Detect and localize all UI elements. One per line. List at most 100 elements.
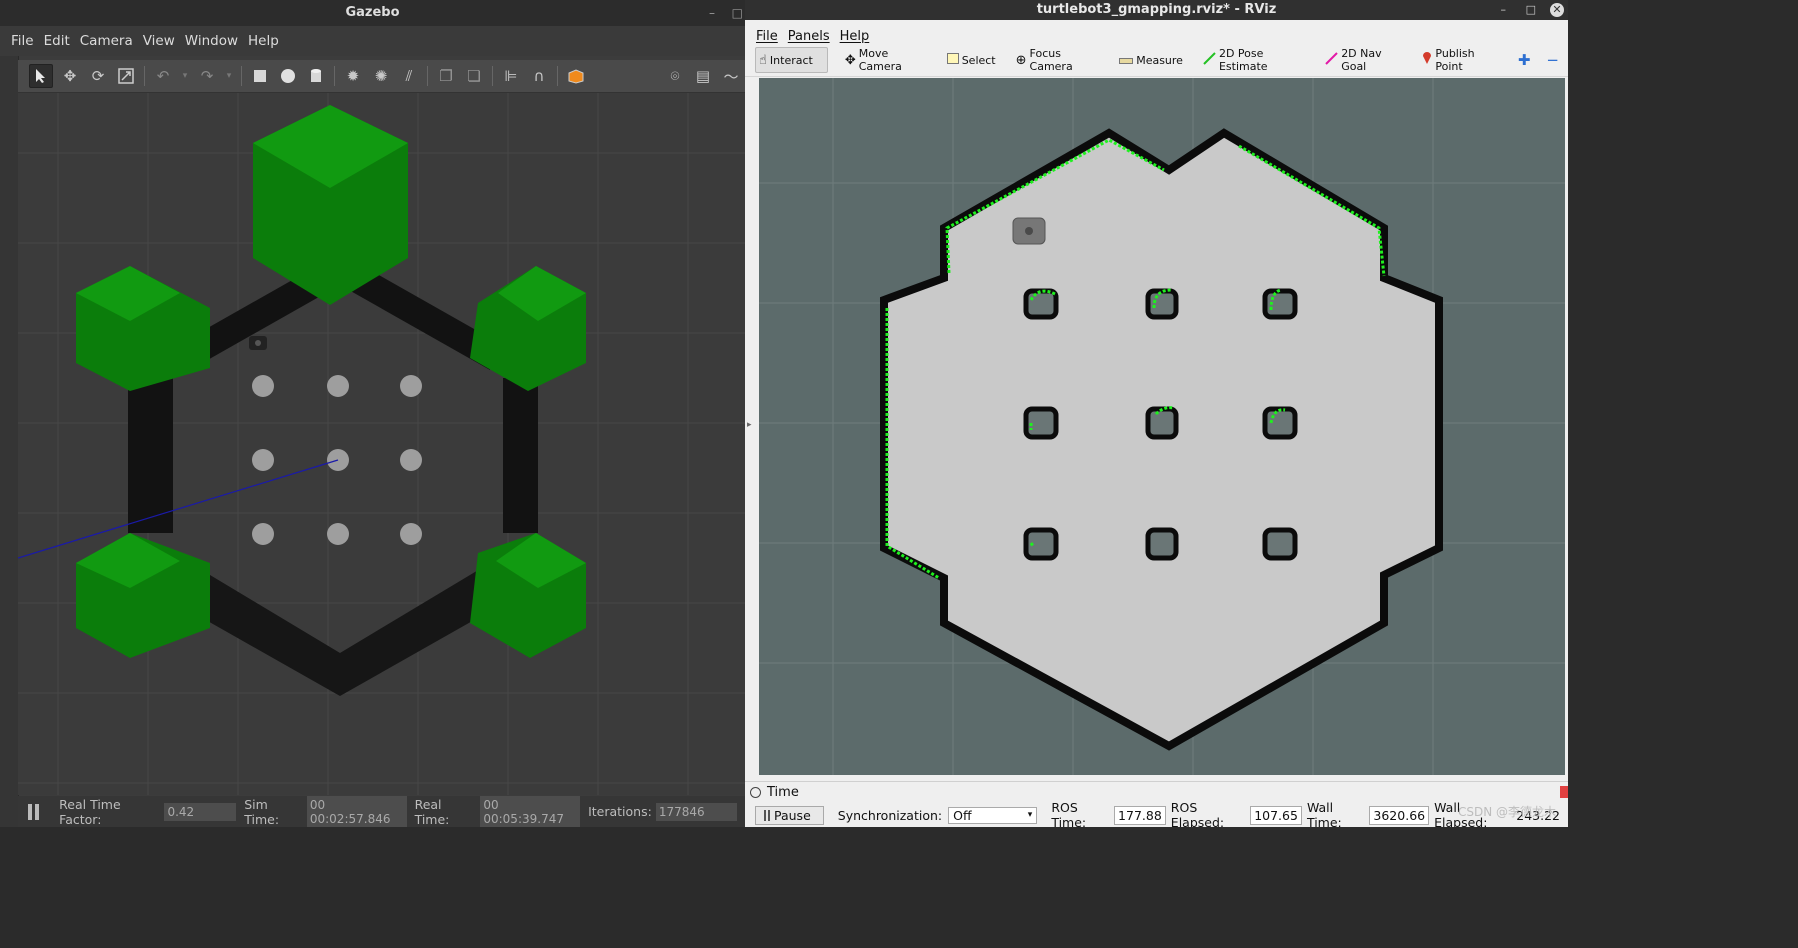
gazebo-menubar: File Edit Camera View Window Help <box>0 26 745 56</box>
gazebo-window: Gazebo – □ File Edit Camera View Window … <box>0 0 745 827</box>
tool-publish-point[interactable]: Publish Point <box>1419 47 1500 73</box>
redo-dropdown-icon[interactable]: ▾ <box>224 65 234 87</box>
ros-elapsed-label: ROS Elapsed: <box>1170 800 1225 827</box>
tool-measure[interactable]: Measure <box>1116 48 1186 72</box>
redo-icon[interactable]: ↷ <box>196 65 218 87</box>
pause-icon <box>764 809 770 821</box>
change-view-icon[interactable] <box>565 65 587 87</box>
measure-icon <box>1119 53 1134 68</box>
synchronization-select[interactable]: Off ▾ <box>948 806 1038 824</box>
rviz-menubar: File Panels Help <box>745 20 1568 44</box>
tool-publish-point-label: Publish Point <box>1435 47 1475 73</box>
box-icon[interactable] <box>249 65 271 87</box>
gazebo-menu-help[interactable]: Help <box>248 33 279 49</box>
tool-interact[interactable]: ☝ Interact <box>755 47 828 73</box>
toolbar-separator <box>144 66 145 86</box>
gazebo-menu-camera[interactable]: Camera <box>80 33 133 49</box>
spot-light-icon[interactable]: ✺ <box>370 65 392 87</box>
tool-move-camera-label: Move Camera <box>858 47 902 73</box>
translate-icon[interactable]: ✥ <box>59 65 81 87</box>
rviz-titlebar: turtlebot3_gmapping.rviz* - RViz – □ ✕ <box>745 0 1568 20</box>
rviz-menu-file[interactable]: File <box>756 29 778 44</box>
point-light-icon[interactable]: ✹ <box>342 65 364 87</box>
gazebo-menu-file[interactable]: File <box>11 33 34 49</box>
pose-estimate-icon <box>1203 51 1216 69</box>
scale-icon[interactable] <box>115 65 137 87</box>
cylinder-icon[interactable] <box>305 65 327 87</box>
sim-time-label: Sim Time: <box>244 796 280 827</box>
wall-time-field[interactable]: 3620.66 <box>1369 805 1430 825</box>
clock-icon <box>750 786 761 798</box>
gazebo-side-panel-handle[interactable] <box>0 56 19 827</box>
toolbar-separator <box>241 66 242 86</box>
pause-button[interactable]: Pause <box>755 805 824 825</box>
rviz-menu-panels[interactable]: Panels <box>788 29 830 44</box>
rviz-3d-view[interactable] <box>759 78 1565 775</box>
green-obstacle-right-top <box>470 266 586 391</box>
pause-icon[interactable] <box>28 803 41 820</box>
rotate-icon[interactable]: ⟳ <box>87 65 109 87</box>
close-icon[interactable]: ✕ <box>1550 3 1564 17</box>
gazebo-menu-view[interactable]: View <box>143 33 175 49</box>
time-panel-close-icon[interactable] <box>1560 786 1568 798</box>
tool-focus-camera-label: Focus Camera <box>1029 47 1073 73</box>
undo-dropdown-icon[interactable]: ▾ <box>180 65 190 87</box>
toolbar-separator <box>492 66 493 86</box>
directional-light-icon[interactable]: ⫽ <box>398 65 420 87</box>
real-time-factor-value: 0.42 <box>164 802 237 821</box>
gazebo-window-title: Gazebo <box>345 5 400 20</box>
gazebo-3d-viewport[interactable] <box>17 93 745 795</box>
laser-ray <box>17 459 339 559</box>
paste-icon[interactable]: ❏ <box>463 65 485 87</box>
real-time-value: 00 00:05:39.747 <box>480 795 581 827</box>
plot-icon[interactable]: 〜 <box>720 65 742 87</box>
remove-tool-icon[interactable]: − <box>1543 48 1562 72</box>
move-camera-icon: ✥ <box>844 52 856 68</box>
focus-camera-icon: ⊕ <box>1015 52 1027 68</box>
turtlebot-model[interactable] <box>249 336 267 350</box>
add-tool-icon[interactable]: ✚ <box>1515 48 1534 72</box>
gazebo-menu-edit[interactable]: Edit <box>44 33 70 49</box>
synchronization-label: Synchronization: <box>837 807 943 823</box>
screenshot-icon[interactable]: ⌾ <box>664 65 686 87</box>
minimize-icon[interactable]: – <box>1501 0 1507 20</box>
rviz-menu-help[interactable]: Help <box>840 29 870 44</box>
green-obstacle-left-top <box>76 266 210 391</box>
nav-goal-icon <box>1325 51 1338 69</box>
sphere-icon[interactable] <box>277 65 299 87</box>
tool-select-label: Select <box>961 53 996 67</box>
tool-focus-camera[interactable]: ⊕ Focus Camera <box>1013 47 1103 73</box>
align-icon[interactable]: ⊫ <box>500 65 522 87</box>
snap-icon[interactable]: ∩ <box>528 65 550 87</box>
tool-interact-label: Interact <box>769 53 813 67</box>
tool-2d-pose-estimate[interactable]: 2D Pose Estimate <box>1200 47 1308 73</box>
undo-icon[interactable]: ↶ <box>152 65 174 87</box>
robot-footprint <box>1012 217 1046 245</box>
ros-time-field[interactable]: 177.88 <box>1114 805 1166 825</box>
ros-elapsed-field[interactable]: 107.65 <box>1250 805 1302 825</box>
maximize-icon[interactable]: □ <box>732 0 743 26</box>
select-arrow-icon[interactable] <box>29 64 53 88</box>
expand-panel-arrow-icon[interactable]: ▸ <box>747 420 752 430</box>
rviz-toolbar: ☝ Interact ✥ Move Camera Select ⊕ Focus … <box>745 44 1568 77</box>
time-panel: Pause Synchronization: Off ▾ ROS Time: 1… <box>745 800 1568 827</box>
toolbar-separator <box>427 66 428 86</box>
chevron-down-icon: ▾ <box>1027 810 1033 820</box>
tool-move-camera[interactable]: ✥ Move Camera <box>842 47 930 73</box>
toolbar-separator <box>557 66 558 86</box>
ros-time-label: ROS Time: <box>1051 800 1087 827</box>
gazebo-statusbar: Real Time Factor: 0.42 Sim Time: 00 00:0… <box>18 795 745 827</box>
toolbar-separator <box>334 66 335 86</box>
gazebo-scene-render <box>17 93 745 795</box>
copy-icon[interactable]: ❐ <box>435 65 457 87</box>
minimize-icon[interactable]: – <box>709 0 715 26</box>
log-icon[interactable]: ▤ <box>692 65 714 87</box>
green-obstacle-left-bottom <box>76 533 210 658</box>
real-time-label: Real Time: <box>414 796 450 827</box>
tool-2d-nav-goal-label: 2D Nav Goal <box>1341 47 1382 73</box>
gazebo-menu-window[interactable]: Window <box>185 33 238 49</box>
tool-2d-nav-goal[interactable]: 2D Nav Goal <box>1322 47 1405 73</box>
tool-select[interactable]: Select <box>944 48 999 72</box>
occupancy-grid-map <box>759 78 1565 775</box>
maximize-icon[interactable]: □ <box>1526 0 1536 20</box>
